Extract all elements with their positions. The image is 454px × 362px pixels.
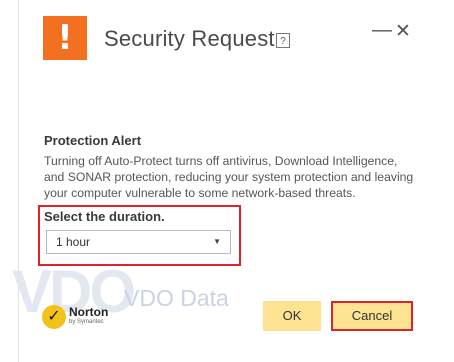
norton-tagline: by Symantec [69,319,104,325]
duration-select[interactable]: 1 hour ▼ [46,230,231,254]
duration-selected-value: 1 hour [56,235,91,249]
watermark-text: VDO Data [124,285,229,311]
help-icon[interactable]: ? [276,33,290,48]
alert-description: Turning off Auto-Protect turns off antiv… [44,154,414,200]
norton-logo: ✓ Norton by Symantec [42,305,116,331]
norton-wordmark: Norton [69,305,109,319]
minimize-icon[interactable]: — [372,20,392,40]
ok-button[interactable]: OK [263,301,321,331]
protection-alert-heading: Protection Alert [44,133,142,148]
duration-label: Select the duration. [44,209,165,224]
chevron-down-icon[interactable]: ▼ [213,231,221,253]
dialog-title: Security Request [104,26,275,51]
norton-check-icon: ✓ [42,305,66,329]
close-icon[interactable]: ✕ [395,22,411,42]
cancel-button[interactable]: Cancel [331,301,413,331]
exclamation-icon: ! [43,16,87,60]
